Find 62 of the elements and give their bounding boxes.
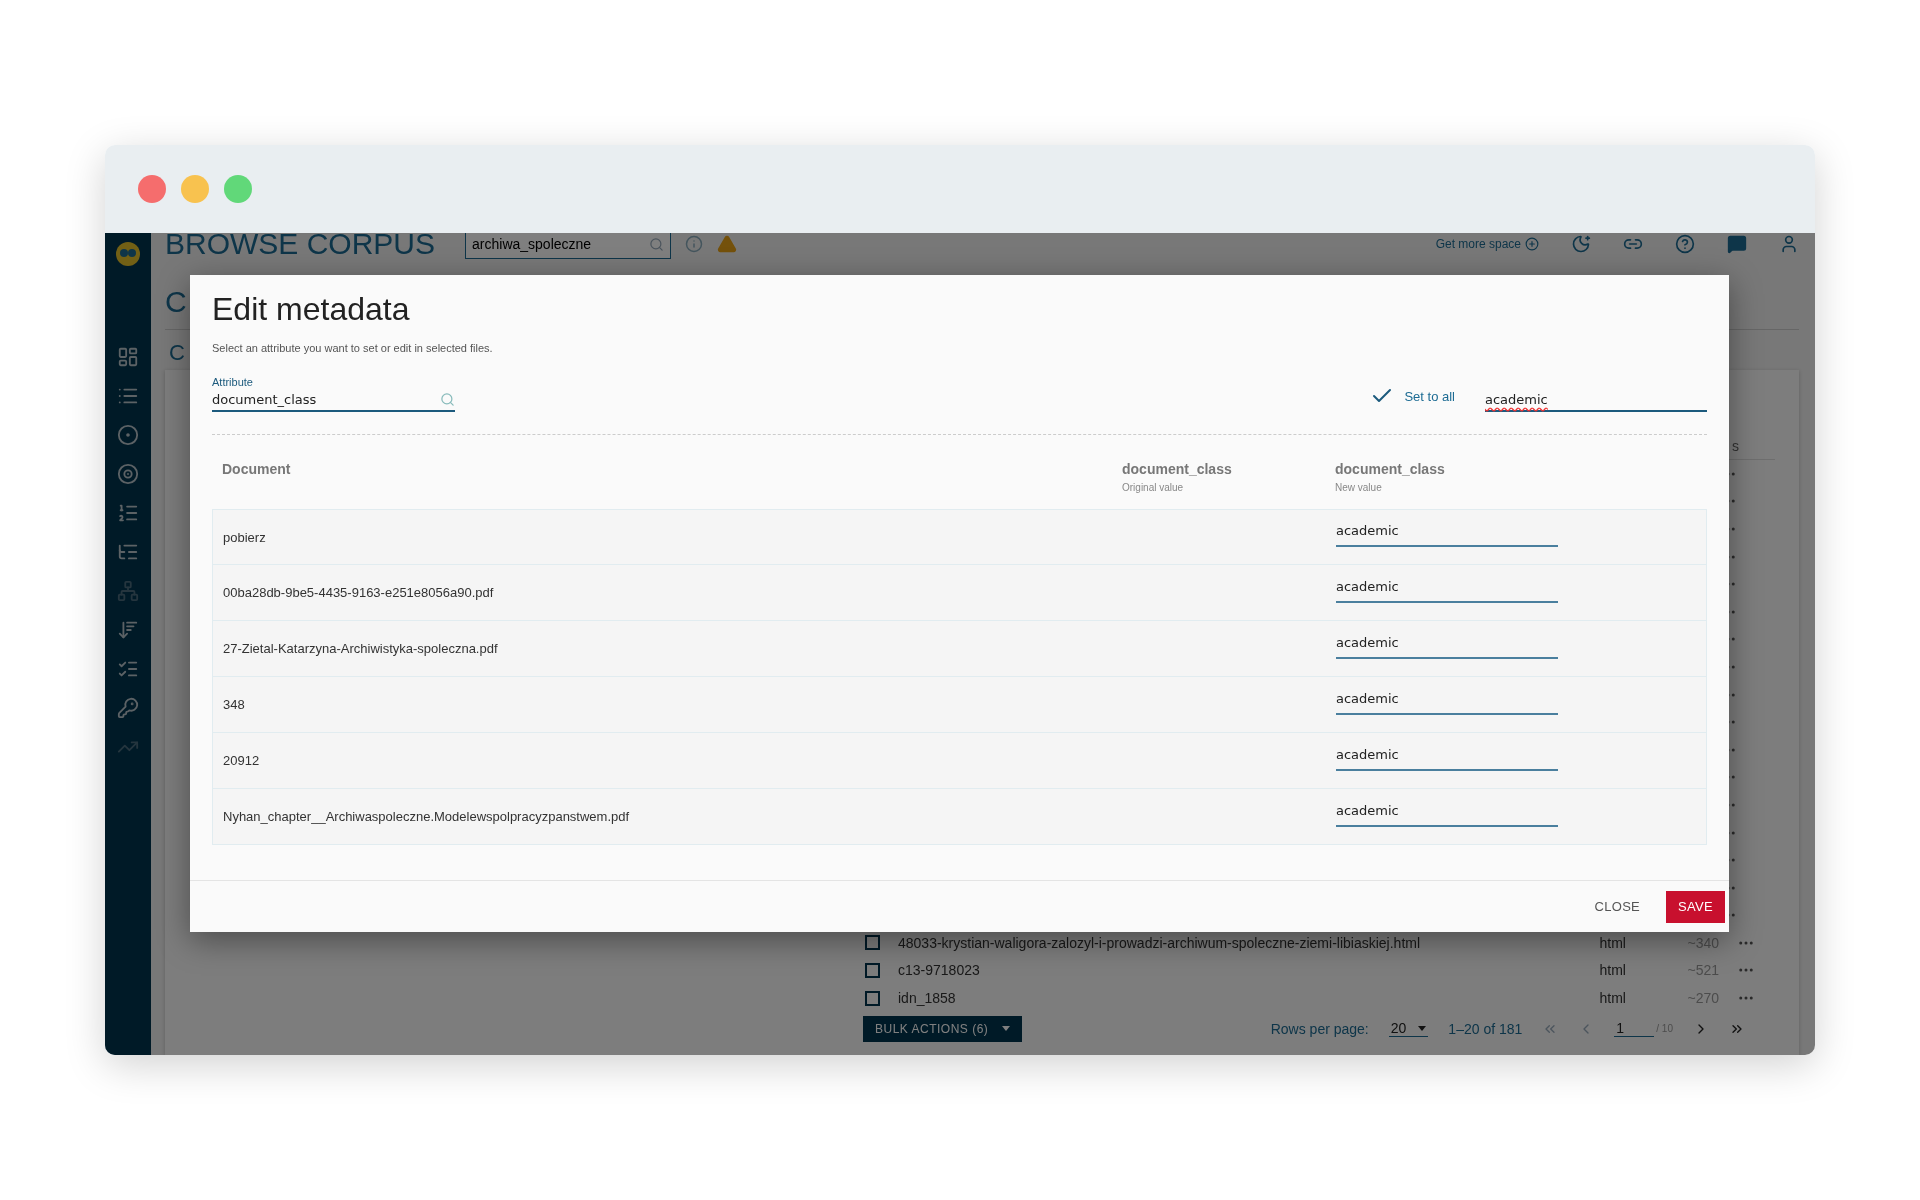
close-control-icon[interactable] <box>138 175 166 203</box>
dashboard-icon[interactable] <box>117 346 139 368</box>
new-value-field[interactable]: academic <box>1336 802 1558 827</box>
column-title: document_class <box>1122 461 1233 477</box>
new-value-field[interactable]: academic <box>1336 690 1558 715</box>
sort-icon[interactable] <box>117 619 139 641</box>
new-value-field[interactable]: academic <box>1336 746 1558 771</box>
search-icon <box>649 236 665 252</box>
file-type: html <box>1599 962 1627 979</box>
logo-icon <box>115 241 141 267</box>
row-checkbox[interactable] <box>865 990 880 1006</box>
new-value-field[interactable]: academic <box>1336 523 1558 547</box>
attribute-field[interactable]: Attribute document_class <box>212 376 455 412</box>
column-title: document_class <box>1335 461 1446 477</box>
close-button[interactable]: CLOSE <box>1582 890 1653 923</box>
new-value-field[interactable]: academic <box>1336 578 1558 603</box>
document-name: 27-Zietal-Katarzyna-Archiwistyka-spoleczna.pdf <box>223 641 499 656</box>
save-button[interactable]: SAVE <box>1666 890 1725 923</box>
dialog-subtitle: Select an attribute you want to set or edit in selected files. <box>212 342 494 354</box>
dialog-title: Edit metadata <box>212 291 411 328</box>
help-icon[interactable] <box>1675 234 1695 254</box>
document-name: 00ba28db-9be5-4435-9163-e251e8056a90.pdf <box>223 585 495 600</box>
column-header: s <box>1732 438 1739 454</box>
row-checkbox[interactable] <box>865 935 880 951</box>
bulk-actions-button[interactable]: BULK ACTIONS (6) <box>863 1015 1023 1042</box>
section-heading: C <box>169 340 185 366</box>
user-icon[interactable] <box>1779 234 1799 254</box>
value-field[interactable]: academic <box>1485 388 1707 412</box>
info-icon[interactable] <box>685 235 704 253</box>
set-to-all-button[interactable]: Set to all <box>1370 384 1455 412</box>
column-subtitle: New value <box>1335 482 1383 493</box>
file-name: idn_1858 <box>898 990 957 1007</box>
theme-icon[interactable] <box>1571 234 1591 254</box>
caret-icon <box>1418 1025 1427 1031</box>
file-type: html <box>1599 990 1627 1007</box>
row-checkbox[interactable] <box>865 963 880 978</box>
key-icon[interactable] <box>117 697 139 719</box>
column-title: Document <box>222 461 292 477</box>
rows-per-page-select[interactable]: 20 <box>1388 1020 1429 1038</box>
caret-icon <box>1002 1026 1011 1032</box>
file-type: html <box>1599 934 1627 951</box>
page-range: 1–20 of 181 <box>1448 1020 1523 1037</box>
chat-icon[interactable] <box>1727 234 1747 254</box>
document-name: pobierz <box>223 529 267 545</box>
rows-per-page-label: Rows per page: <box>1270 1020 1369 1037</box>
file-name: 48033-krystian-waligora-zalozyl-i-prowadzi-archiwum-spoleczne-ziemi-libiaskiej.html <box>898 934 1422 951</box>
bullet-list-icon[interactable] <box>117 502 139 524</box>
document-name: Nyhan_chapter__Archiwaspoleczne.Modelewspolpracyzpanstwem.pdf <box>223 809 631 824</box>
column-subtitle: Original value <box>1122 482 1185 493</box>
warning-icon[interactable] <box>717 234 738 254</box>
target-icon[interactable] <box>117 424 139 446</box>
app-title: BROWSE CORPUS <box>165 233 436 261</box>
new-value-field[interactable]: academic <box>1336 634 1558 659</box>
page-field[interactable]: 1 <box>1614 1020 1655 1038</box>
document-name: 20912 <box>223 753 261 768</box>
file-name: c13-9718023 <box>898 962 981 979</box>
corpus-search-field[interactable]: archiwa_spoleczne <box>465 233 672 259</box>
search-icon <box>440 392 455 407</box>
plus-icon <box>1525 237 1539 251</box>
rings-icon[interactable] <box>117 463 139 485</box>
document-name: 348 <box>223 697 246 712</box>
maximize-control-icon[interactable] <box>224 175 252 203</box>
